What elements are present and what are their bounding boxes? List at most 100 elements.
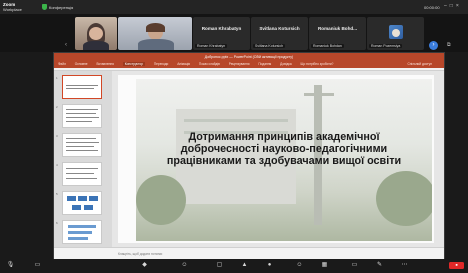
thumb-block xyxy=(68,225,96,228)
thumb-block xyxy=(68,237,88,240)
notes-icon[interactable]: ✎ xyxy=(375,262,384,269)
participants-icon[interactable]: ☺ xyxy=(180,262,189,269)
thumb-line xyxy=(66,117,99,118)
thumb-block xyxy=(67,196,76,201)
tab-view[interactable]: Подання xyxy=(258,62,271,66)
participant-tile[interactable] xyxy=(118,17,192,50)
slide-thumbnails: 1 2 3 4 5 6 xyxy=(54,71,112,247)
leave-button[interactable]: ■ xyxy=(449,262,464,269)
ppt-title-bar: Добронос.pptx — PowerPoint (Сбій активац… xyxy=(54,53,444,61)
slide-editor: Дотримання принципів академічної доброче… xyxy=(118,75,434,243)
participant-name: Romaniuk Bohd... xyxy=(317,26,358,31)
thumb-line xyxy=(66,109,98,110)
participant-tile[interactable] xyxy=(75,17,117,50)
top-bar: Zoom Workplace Конференція 00:00:00 –□× xyxy=(0,0,468,14)
thumb-line xyxy=(66,121,92,122)
thumb-line xyxy=(66,113,96,114)
thumb-line xyxy=(66,142,99,143)
thumb-block xyxy=(84,205,93,210)
tab-help[interactable]: Довідка xyxy=(280,62,291,66)
slide-thumbnail[interactable] xyxy=(62,75,102,99)
participant-label: Romaniuk Bohdan xyxy=(311,44,344,48)
thumb-line xyxy=(66,150,98,151)
window-controls[interactable]: –□× xyxy=(444,3,462,9)
participant-gallery: ‹ Roman Khrabatyn Roman Khrabatyn Svitla… xyxy=(0,14,468,52)
tab-slideshow[interactable]: Показ слайдів xyxy=(199,62,220,66)
share-screen-icon[interactable]: ▲ xyxy=(240,262,249,269)
slide-background-tree xyxy=(376,171,432,226)
tab-transitions[interactable]: Переходи xyxy=(154,62,168,66)
app-brand: Zoom Workplace xyxy=(3,2,22,12)
thumb-number: 1 xyxy=(56,76,58,80)
thumb-number: 6 xyxy=(56,221,58,225)
tab-design[interactable]: Конструктор xyxy=(122,62,145,66)
meeting-title: Конференція xyxy=(49,5,74,10)
video-camera-icon[interactable]: ▭ xyxy=(33,262,42,269)
thumb-line xyxy=(66,146,94,147)
security-shield-icon[interactable] xyxy=(42,4,47,10)
avatar-figure xyxy=(392,29,400,37)
chat-icon[interactable]: ▢ xyxy=(215,262,224,269)
slide-title[interactable]: Дотримання принципів академічної доброче… xyxy=(156,131,412,167)
share-button[interactable]: Спільний доступ xyxy=(407,61,432,68)
apps-icon[interactable]: ▦ xyxy=(320,262,329,269)
tab-file[interactable]: Файл xyxy=(58,62,66,66)
participant-tile[interactable]: Roman Khrabatyn Roman Khrabatyn xyxy=(193,17,250,50)
ppt-ribbon xyxy=(54,68,444,71)
thumb-line xyxy=(66,85,98,86)
gallery-prev-icon[interactable]: ‹ xyxy=(65,42,71,50)
tab-review[interactable]: Рецензування xyxy=(229,62,250,66)
participant-hair xyxy=(146,23,165,32)
slide-thumbnail[interactable] xyxy=(62,162,102,186)
tab-animations[interactable]: Анімація xyxy=(177,62,190,66)
slide-thumbnail[interactable] xyxy=(62,191,102,215)
participant-name: Svitlana Kotursich xyxy=(259,26,300,31)
meeting-timer: 00:00:00 xyxy=(424,5,440,10)
zoom-window: Zoom Workplace Конференція 00:00:00 –□× … xyxy=(0,0,468,273)
participant-body xyxy=(138,39,174,50)
participant-label: Svitlana Kotursich xyxy=(253,44,286,48)
participant-name: Roman Khrabatyn xyxy=(201,26,242,31)
slide-background-tree xyxy=(136,175,186,225)
tab-insert[interactable]: Вставлення xyxy=(96,62,113,66)
thumb-block xyxy=(72,205,81,210)
ppt-ribbon-tabs: Файл Основне Вставлення Конструктор Пере… xyxy=(54,61,444,68)
participant-label: Roman Pozemsiya xyxy=(369,44,403,48)
participant-body xyxy=(83,41,109,50)
slide-background-tower xyxy=(304,93,334,96)
slide-thumbnail[interactable] xyxy=(62,104,102,128)
thumb-block xyxy=(89,196,98,201)
more-icon[interactable]: ⋯ xyxy=(400,262,409,269)
slide-thumbnail[interactable] xyxy=(62,220,102,244)
whiteboard-icon[interactable]: ▭ xyxy=(350,262,359,269)
meeting-toolbar: 🎙 ▭ ◆ ☺ ▢ ▲ ● ☺ ▦ ▭ ✎ ⋯ ■ xyxy=(0,259,468,273)
security-icon[interactable]: ◆ xyxy=(140,262,149,269)
participant-tile[interactable]: Romaniuk Bohd... Romaniuk Bohdan xyxy=(309,17,366,50)
close-icon[interactable]: × xyxy=(456,3,462,9)
participant-tile[interactable]: Roman Pozemsiya xyxy=(367,17,424,50)
thumb-line xyxy=(66,168,98,169)
reactions-icon[interactable]: ☺ xyxy=(295,262,304,269)
microphone-icon[interactable]: 🎙 xyxy=(6,262,15,269)
record-icon[interactable]: ● xyxy=(265,262,274,269)
thumb-line xyxy=(66,138,96,139)
gallery-next-icon[interactable]: › xyxy=(429,41,438,50)
shared-screen: Добронос.pptx — PowerPoint (Сбій активац… xyxy=(53,52,445,260)
thumb-number: 2 xyxy=(56,105,58,109)
tell-me-search[interactable]: Що потрібно зробити? xyxy=(301,62,334,66)
thumb-number: 5 xyxy=(56,192,58,196)
thumb-line xyxy=(66,88,94,89)
thumb-number: 4 xyxy=(56,163,58,167)
participant-label: Roman Khrabatyn xyxy=(195,44,228,48)
current-slide[interactable]: Дотримання принципів академічної доброче… xyxy=(136,79,432,241)
participant-tile[interactable]: Svitlana Kotursich Svitlana Kotursich xyxy=(251,17,308,50)
thumb-line xyxy=(66,173,94,174)
slide-thumbnail[interactable] xyxy=(62,133,102,157)
tab-home[interactable]: Основне xyxy=(75,62,88,66)
participant-face xyxy=(89,27,103,40)
popout-icon[interactable]: ⧉ xyxy=(447,42,455,49)
brand-subtitle: Workplace xyxy=(3,7,22,12)
thumb-block xyxy=(78,196,87,201)
thumb-line xyxy=(66,178,97,179)
thumb-number: 3 xyxy=(56,134,58,138)
